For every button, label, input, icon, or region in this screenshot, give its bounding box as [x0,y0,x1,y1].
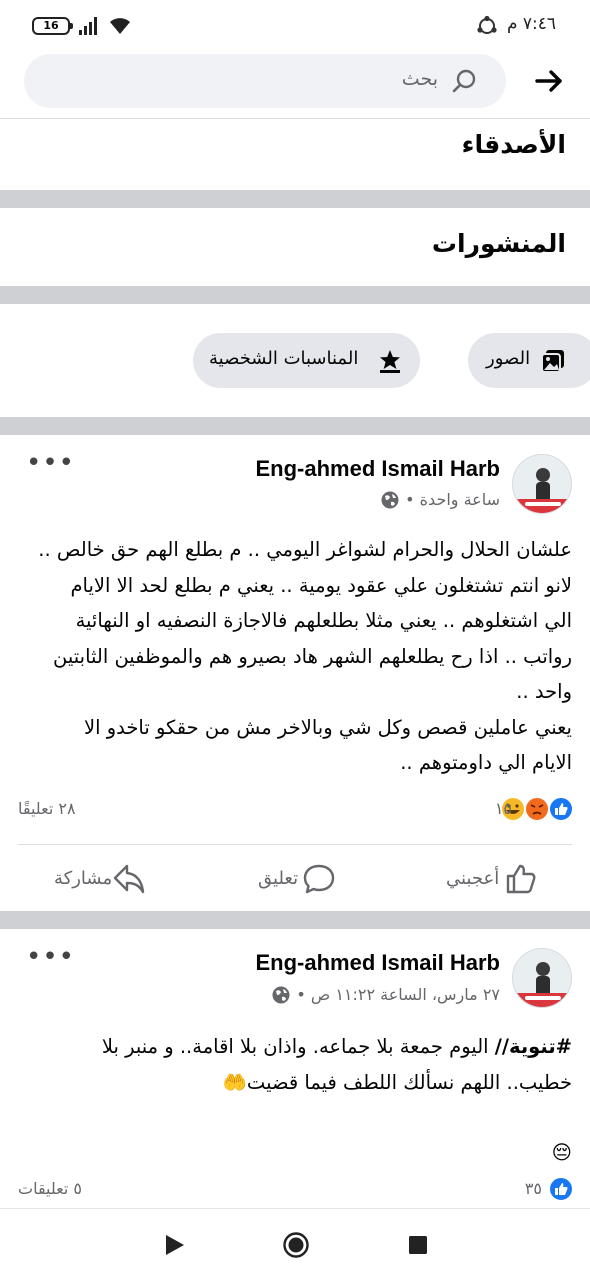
share-label: مشاركة [54,868,113,889]
comments-count[interactable]: ٥ تعليقات [18,1179,82,1198]
battery-icon: 16 [32,17,73,35]
post-line: #تنوية// اليوم جمعة بلا جماعه. واذان بلا… [16,1029,572,1065]
more-options-icon[interactable]: ••• [26,942,75,972]
life-events-filter-chip[interactable]: المناسبات الشخصية [193,333,420,388]
globe-icon [381,491,399,508]
back-arrow-icon[interactable] [534,66,564,96]
praying-hands-emoji-icon: 🤲 [222,1070,247,1094]
post-body: #تنوية// اليوم جمعة بلا جماعه. واذان بلا… [16,1029,572,1171]
like-reaction-icon [548,796,574,822]
star-award-icon [380,350,400,373]
post-meta[interactable]: ٢٧ مارس، الساعة ١١:٢٢ ص • [272,985,500,1004]
post-line: الي اشتغلوهم .. يعني مثلا بطلعلهم فالاجا… [75,609,572,632]
sad-face-emoji-icon: 😔 [551,1141,572,1164]
photos-filter-label: الصور [486,348,531,369]
post-line: خطيب.. اللهم نسألك اللطف فيما قضيت🤲 [16,1065,572,1101]
status-bar: 16 ٧:٤٦ م [0,0,590,52]
post-time: ٢٧ مارس، الساعة ١١:٢٢ ص • [296,985,500,1004]
post-line: واحد .. [516,680,572,703]
section-separator [0,911,590,929]
like-reaction-icon [548,1176,574,1202]
avatar[interactable] [512,948,572,1008]
share-icon [113,864,145,894]
comment-label: تعليق [258,868,299,889]
section-separator [0,286,590,304]
sync-icon [477,15,497,34]
photos-icon [541,350,564,373]
home-circle-icon[interactable] [282,1231,310,1259]
reactions-summary[interactable]: ١٥ ٢٨ تعليقًا [0,796,590,826]
section-separator [0,417,590,435]
post-line: علشان الحلال والحرام لشواغر اليومي .. م … [38,538,572,561]
posts-heading: المنشورات [431,229,566,258]
like-button[interactable]: أعجبني [446,860,542,900]
photos-filter-chip[interactable]: الصور [468,333,590,388]
recents-square-icon[interactable] [408,1235,428,1255]
comment-icon [303,864,335,894]
search-icon [452,69,476,93]
post-line: لانو انتم تشتغلون علي عقود يومية .. يعني… [70,573,572,597]
reactions-count: ٣٥ [524,1179,542,1198]
profile-photo-icon [513,455,571,513]
post-line: الايام الي داومتوهم .. [400,751,572,774]
share-button[interactable]: مشاركة [54,860,150,900]
more-options-icon[interactable]: ••• [26,448,75,478]
comment-button[interactable]: تعليق [258,860,338,900]
search-placeholder: بحث [401,68,438,90]
avatar[interactable] [512,454,572,514]
system-nav-bar [0,1208,590,1280]
header-divider [0,118,590,119]
like-label: أعجبني [446,868,500,889]
post-time: ساعة واحدة • [405,490,500,509]
angry-reaction-icon [524,796,550,822]
wifi-icon [110,18,130,34]
globe-icon [272,986,290,1003]
post-author[interactable]: Eng-ahmed Ismail Harb [255,950,500,976]
reactions-count: ١٥ [494,799,512,818]
friends-heading[interactable]: الأصدقاء [462,130,566,159]
actions-divider [18,844,572,845]
profile-photo-icon [513,949,571,1007]
post-meta[interactable]: ساعة واحدة • [381,490,500,509]
like-icon [506,864,536,894]
status-time: ٧:٤٦ م [506,14,556,34]
signal-icon [79,17,101,35]
search-input[interactable]: بحث [24,54,506,108]
reactions-summary[interactable]: ٣٥ ٥ تعليقات [0,1176,590,1206]
post-line: يعني عاملين قصص وكل شي وبالاخر مش من حقك… [83,715,572,739]
post-line-text: اليوم جمعة بلا جماعه. واذان بلا اقامة.. … [101,1035,495,1058]
post-author[interactable]: Eng-ahmed Ismail Harb [255,456,500,482]
post-blank-line [16,1100,572,1135]
section-separator [0,190,590,208]
back-triangle-icon[interactable] [164,1233,186,1257]
hashtag-link[interactable]: #تنوية// [495,1035,572,1058]
post-body: علشان الحلال والحرام لشواغر اليومي .. م … [16,532,572,781]
post-line-text: خطيب.. اللهم نسألك اللطف فيما قضيت [246,1070,572,1094]
life-events-filter-label: المناسبات الشخصية [209,348,359,369]
post-line: رواتب .. اذا رح يطلعلهم الشهر هاد بصيرو … [53,644,572,668]
comments-count[interactable]: ٢٨ تعليقًا [18,799,76,818]
